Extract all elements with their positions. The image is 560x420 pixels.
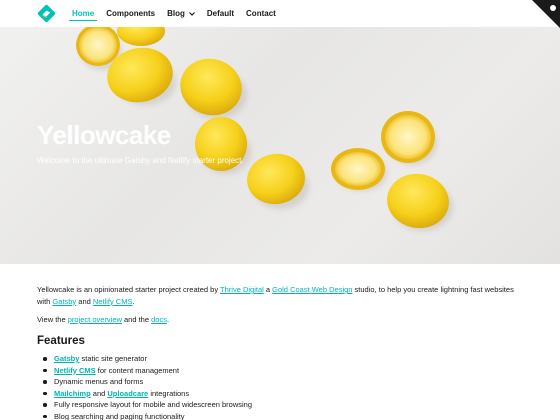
nav-default-label: Default: [206, 9, 235, 18]
list-item: Netlify CMS for content management: [37, 365, 527, 377]
project-overview-link[interactable]: project overview: [68, 315, 122, 324]
feature-text: static site generator: [79, 354, 147, 363]
list-item: Fully responsive layout for mobile and w…: [37, 399, 527, 411]
github-corner-icon[interactable]: [530, 0, 560, 30]
nav-home-label: Home: [72, 9, 95, 18]
view-text: .: [166, 315, 170, 324]
feature-mailchimp-link[interactable]: Mailchimp: [54, 389, 91, 398]
yellowcake-logo-icon[interactable]: [37, 4, 56, 23]
intro-text: a: [263, 285, 273, 294]
feature-text: Dynamic menus and forms: [54, 377, 144, 386]
docs-link[interactable]: docs: [151, 315, 167, 324]
feature-uploadcare-link[interactable]: Uploadcare: [107, 389, 148, 398]
view-text: and the: [121, 315, 152, 324]
list-item: Dynamic menus and forms: [37, 376, 527, 388]
intro-paragraph: Yellowcake is an opinionated starter pro…: [37, 284, 527, 307]
nav-contact-label: Contact: [246, 9, 276, 18]
list-item: Mailchimp and Uploadcare integrations: [37, 388, 527, 400]
main-nav: Home Components Blog Default Contact: [66, 0, 282, 27]
nav-contact[interactable]: Contact: [240, 0, 282, 27]
view-text: View the: [37, 315, 68, 324]
intro-text: and: [76, 296, 93, 306]
nav-home[interactable]: Home: [66, 0, 100, 27]
nav-components-label: Components: [106, 9, 156, 18]
features-heading: Features: [37, 334, 85, 347]
intro-text: Yellowcake is an opinionated starter pro…: [37, 285, 221, 294]
feature-text: Fully responsive layout for mobile and w…: [54, 400, 253, 409]
gold-coast-web-design-link[interactable]: Gold Coast Web Design: [272, 285, 352, 294]
view-paragraph: View the project overview and the docs.: [37, 314, 527, 326]
intro-text: .: [132, 296, 135, 306]
nav-blog[interactable]: Blog: [161, 0, 201, 27]
feature-text: integrations: [148, 388, 190, 398]
nav-blog-label: Blog: [167, 9, 185, 18]
main-content: Yellowcake is an opinionated starter pro…: [37, 284, 527, 420]
feature-text: for content management: [95, 365, 180, 375]
hero-title: Yellowcake: [37, 120, 171, 150]
gatsby-link[interactable]: Gatsby: [52, 297, 76, 306]
feature-gatsby-link[interactable]: Gatsby: [54, 354, 79, 363]
nav-default[interactable]: Default: [201, 0, 240, 27]
list-item: Blog searching and paging functionality: [37, 411, 527, 420]
site-header: Home Components Blog Default Contact: [0, 0, 560, 30]
hero-banner: Yellowcake Welcome to the ultimate Gatsb…: [0, 27, 560, 264]
thrive-digital-link[interactable]: Thrive Digital: [220, 285, 264, 294]
list-item: Gatsby static site generator: [37, 353, 527, 365]
feature-text: and: [90, 388, 108, 398]
features-list: Gatsby static site generator Netlify CMS…: [37, 353, 527, 420]
netlify-cms-link[interactable]: Netlify CMS: [93, 297, 133, 306]
hero-subtitle: Welcome to the ultimate Gatsby and Netli…: [37, 156, 244, 165]
feature-text: Blog searching and paging functionality: [54, 411, 185, 420]
chevron-down-icon: [188, 11, 195, 16]
feature-netlify-cms-link[interactable]: Netlify CMS: [54, 366, 96, 375]
nav-components[interactable]: Components: [100, 0, 161, 27]
